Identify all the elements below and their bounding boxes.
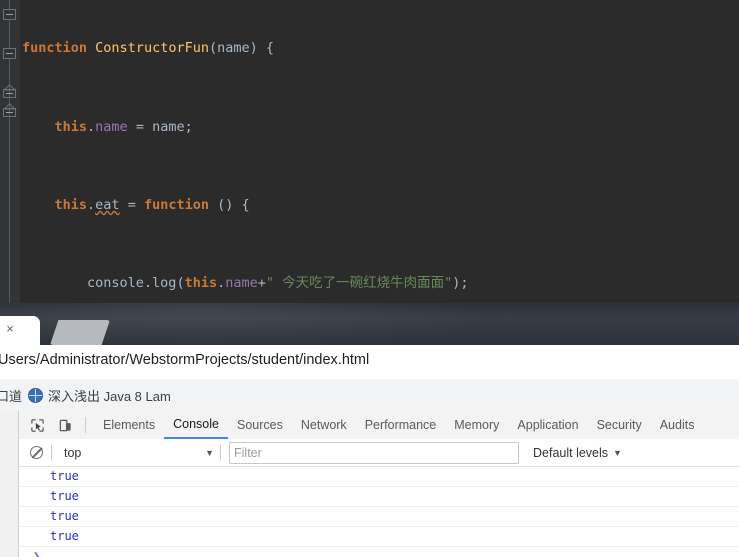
token-punct: . [217,275,226,292]
console-filter-input[interactable] [229,441,519,464]
token-punct: . [87,118,96,135]
console-log-row[interactable]: true [19,487,739,507]
omnibox-row[interactable]: Users/Administrator/WebstormProjects/stu… [0,345,739,380]
token-keyword-this: this [184,275,218,292]
token-prop-eat: eat [95,196,120,213]
inspect-cursor-glyph [30,418,44,432]
token-punct: = [127,118,153,135]
toolbar-divider [85,417,86,433]
chevron-down-icon: ▼ [613,447,622,458]
clear-console-icon[interactable] [25,442,47,464]
log-levels-dropdown[interactable]: Default levels ▼ [533,446,622,460]
code-line: this.name = name; [22,118,739,138]
token-keyword-this: this [54,118,88,135]
chrome-devtools-panel: Elements Console Sources Network Perform… [19,411,739,557]
code-fold-end-marker[interactable] [3,84,16,99]
prompt-arrow-icon: ❯ [33,549,41,557]
bookmark-label: 口道 [0,389,23,404]
bookmark-item[interactable]: 深入浅出 Java 8 Lam [28,386,171,405]
code-line: console.log(this.name+" 今天吃了一碗红烧牛肉面面"); [22,274,739,294]
window-left-frame [0,411,19,557]
new-tab-button[interactable] [50,320,110,345]
execution-context-value: top [64,445,82,460]
bookmark-label: 深入浅出 Java 8 Lam [48,389,171,404]
tab-audits[interactable]: Audits [651,412,704,439]
chrome-browser-window: × Users/Administrator/WebstormProjects/s… [0,303,739,411]
webstorm-code-editor[interactable]: function ConstructorFun(name) { this.nam… [0,0,739,303]
token-string-chinese-meal: 今天吃了一碗红烧牛肉面面 [282,275,445,292]
inspect-element-icon[interactable] [25,414,49,436]
tab-memory[interactable]: Memory [445,412,508,439]
source-code-text[interactable]: function ConstructorFun(name) { this.nam… [22,0,739,303]
token-punct: ( [208,40,218,57]
token-keyword-function: function [22,40,88,57]
token-identifier-constructorfun: ConstructorFun [95,40,209,57]
token-console-log: console.log [87,275,177,292]
filterbar-divider [220,444,221,461]
console-log-row[interactable]: true [19,527,739,547]
code-fold-end-marker[interactable] [3,103,16,118]
browser-tab-strip[interactable]: × [0,303,739,345]
code-fold-marker[interactable] [3,48,16,59]
bookmarks-bar[interactable]: 口道 深入浅出 Java 8 Lam [0,379,739,411]
token-punct: ; [184,118,193,135]
console-filter-bar[interactable]: top ▼ Default levels ▼ [19,439,739,467]
address-bar-url[interactable]: Users/Administrator/WebstormProjects/stu… [0,352,369,368]
fold-end-glyph [3,103,16,117]
editor-gutter [0,0,20,303]
token-keyword-this: this [54,196,88,213]
globe-icon [28,388,43,403]
bookmark-item[interactable]: 口道 [0,386,22,405]
console-prompt[interactable]: ❯ [19,547,739,557]
tab-console[interactable]: Console [164,411,228,439]
tab-performance[interactable]: Performance [356,412,446,439]
filterbar-divider [51,444,52,461]
clear-console-glyph [29,446,43,459]
screen-root: function ConstructorFun(name) { this.nam… [0,0,739,557]
token-punct: () { [208,196,250,213]
gutter-indent-guide [9,0,10,303]
token-param-name: name [217,40,250,57]
fold-end-glyph [3,84,16,98]
tab-security[interactable]: Security [588,412,651,439]
chevron-down-icon: ▼ [205,447,214,458]
tab-network[interactable]: Network [292,412,356,439]
token-punct: . [87,196,96,213]
token-punct: ) { [249,40,275,57]
token-punct: = [119,196,144,213]
token-prop-name: name [95,118,128,135]
token-prop-name: name [225,275,258,292]
token-string-quote: " [265,275,283,292]
token-punct: ( [176,275,185,292]
token-punct: + [257,275,266,292]
code-line: this.eat = function () { [22,196,739,216]
log-levels-label: Default levels [533,445,609,460]
console-output[interactable]: true true true true ❯ [19,467,739,557]
code-line: function ConstructorFun(name) { [22,39,739,59]
token-ref-name: name [152,118,185,135]
tab-elements[interactable]: Elements [94,412,164,439]
devtools-toolbar[interactable]: Elements Console Sources Network Perform… [19,411,739,440]
device-toggle-glyph [59,419,71,431]
device-toolbar-icon[interactable] [53,414,77,436]
tab-application[interactable]: Application [508,412,587,439]
console-log-row[interactable]: true [19,467,739,487]
token-punct: ); [452,275,469,292]
close-tab-icon[interactable]: × [2,321,18,337]
tab-sources[interactable]: Sources [228,412,292,439]
code-fold-marker[interactable] [3,9,16,20]
execution-context-select[interactable]: top ▼ [60,443,218,463]
token-keyword-function: function [143,196,209,213]
console-log-row[interactable]: true [19,507,739,527]
